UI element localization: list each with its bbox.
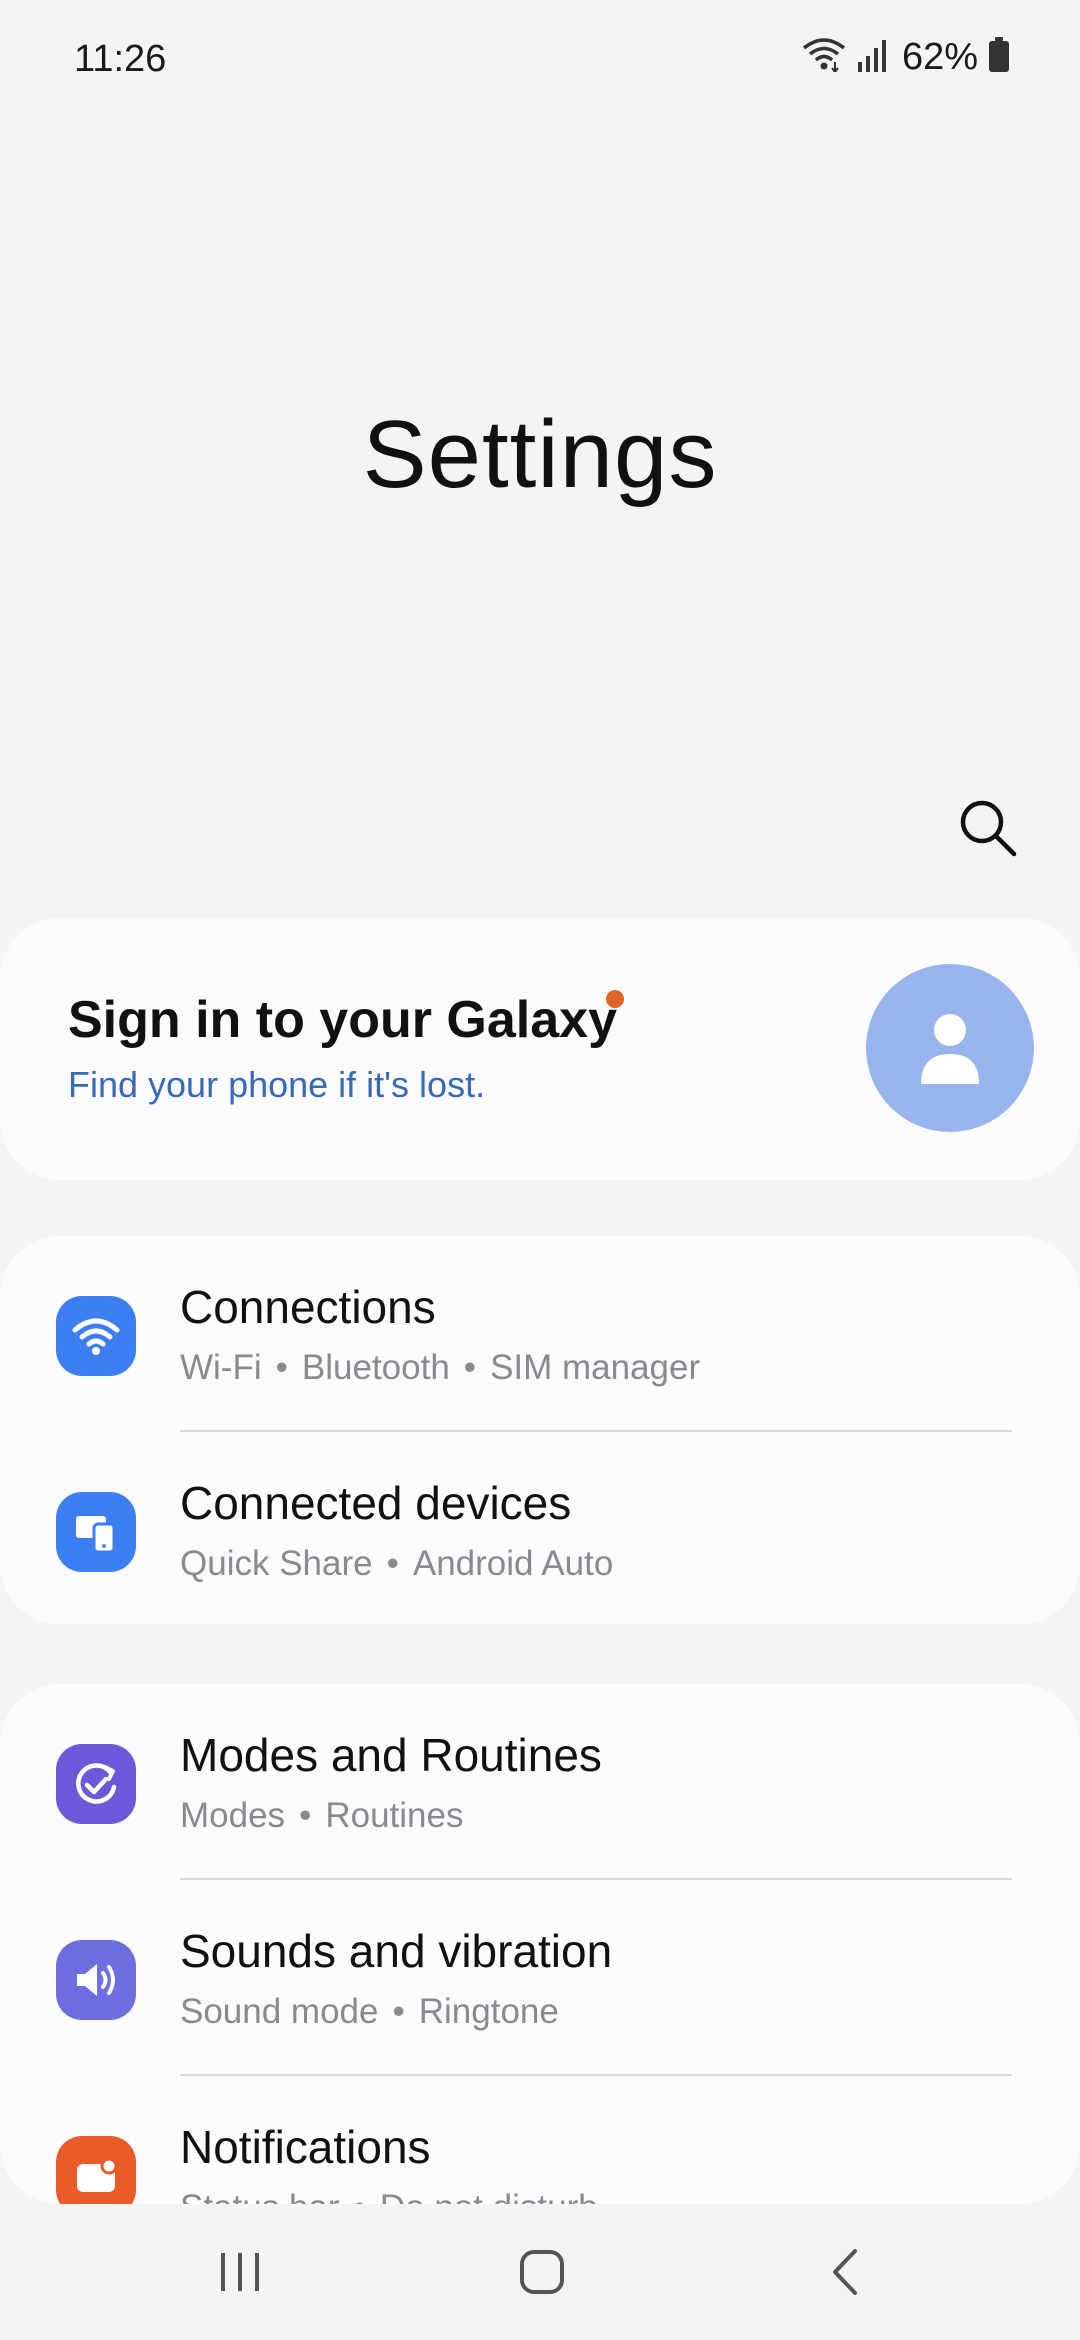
item-title: Connected devices: [180, 1477, 572, 1529]
wifi-icon: [56, 1296, 136, 1376]
settings-item-connected-devices[interactable]: Connected devices Quick Share • Android Au…: [0, 1432, 1080, 1624]
settings-group-modes: Modes and Routines Modes • Routines Sounds…: [0, 1684, 1080, 2204]
person-icon: [921, 1014, 979, 1084]
item-subtitle: Sound mode • Ringtone: [180, 1992, 559, 2031]
account-title: Sign in to your Galaxy: [68, 991, 617, 1049]
notification-icon: [56, 2136, 136, 2204]
account-subtitle: Find your phone if it's lost.: [68, 1064, 486, 1105]
search-button[interactable]: [956, 796, 1020, 860]
recents-button[interactable]: [190, 2232, 290, 2312]
wifi-icon: [802, 38, 846, 77]
status-bar: 11:26 62%: [0, 0, 1080, 120]
navigation-bar: [0, 2204, 1080, 2340]
signal-icon: [856, 38, 888, 77]
item-subtitle: Modes • Routines: [180, 1796, 464, 1835]
avatar[interactable]: [866, 964, 1034, 1132]
battery-icon: [988, 37, 1010, 78]
item-subtitle: Wi-Fi • Bluetooth • SIM manager: [180, 1348, 701, 1387]
routines-icon: [56, 1744, 136, 1824]
speaker-icon: [56, 1940, 136, 2020]
notification-dot: [606, 990, 624, 1008]
home-button[interactable]: [492, 2232, 592, 2312]
item-subtitle: Quick Share • Android Auto: [180, 1544, 614, 1583]
recents-icon: [221, 2253, 259, 2291]
status-icons: 62%: [802, 36, 1010, 79]
item-subtitle: Status bar•Do not disturb: [180, 2188, 598, 2204]
settings-group-connections: Connections Wi-Fi • Bluetooth • SIM manager …: [0, 1236, 1080, 1624]
settings-item-connections[interactable]: Connections Wi-Fi • Bluetooth • SIM manager: [0, 1236, 1080, 1432]
settings-item-sounds-vibration[interactable]: Sounds and vibration Sound mode • Ringtone: [0, 1880, 1080, 2076]
settings-item-modes-routines[interactable]: Modes and Routines Modes • Routines: [0, 1684, 1080, 1880]
settings-item-notifications[interactable]: Notifications Status bar•Do not disturb: [0, 2076, 1080, 2204]
item-title: Connections: [180, 1281, 436, 1333]
back-button[interactable]: [796, 2232, 896, 2312]
devices-icon: [56, 1492, 136, 1572]
home-icon: [520, 2250, 564, 2294]
search-icon: [960, 800, 1017, 857]
battery-percent: 62%: [901, 36, 978, 78]
settings-screen: 11:26 62% Settings Sign in to your Galax…: [0, 0, 1080, 2340]
item-title: Modes and Routines: [180, 1729, 602, 1781]
item-title: Notifications: [180, 2121, 431, 2173]
status-time: 11:26: [74, 38, 167, 80]
page-title: Settings: [362, 401, 718, 508]
back-icon: [833, 2249, 857, 2295]
item-title: Sounds and vibration: [180, 1925, 613, 1977]
